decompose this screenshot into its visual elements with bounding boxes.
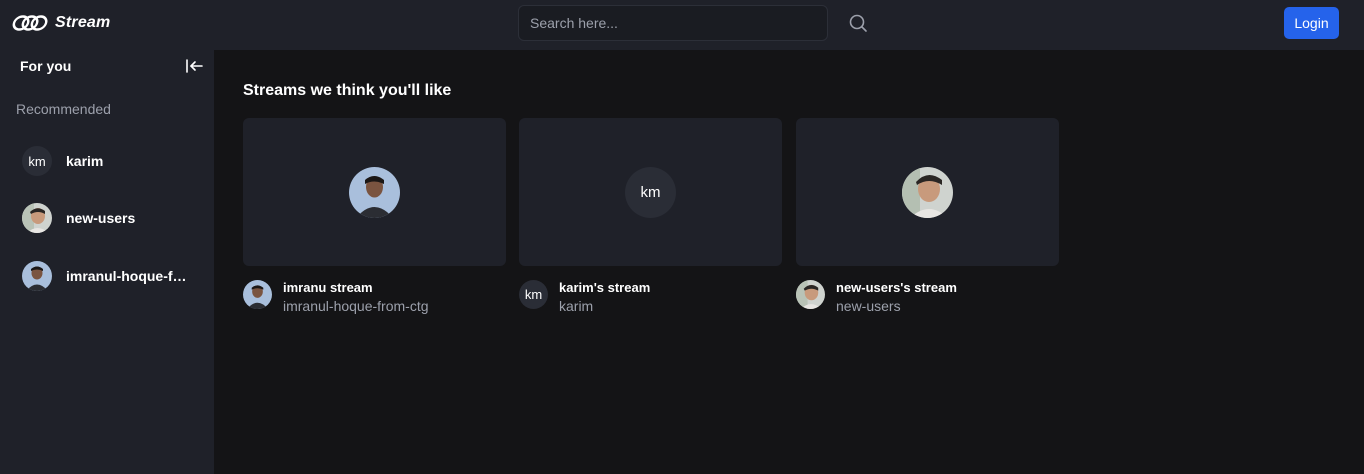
avatar: km [22, 146, 52, 176]
top-navbar: Stream Login [0, 0, 1364, 50]
sidebar-title: For you [20, 58, 72, 74]
stream-title[interactable]: new-users's stream [836, 280, 957, 295]
logo-icon [11, 12, 49, 34]
avatar [22, 203, 52, 233]
section-title: Streams we think you'll like [243, 82, 452, 99]
avatar [796, 280, 825, 309]
collapse-sidebar-icon[interactable] [184, 56, 204, 76]
stream-card[interactable]: new-users's stream new-users [796, 118, 1059, 314]
avatar [349, 166, 400, 218]
recommended-label: Recommended [16, 101, 111, 117]
stream-thumbnail[interactable]: km [519, 118, 782, 266]
sidebar-item-label: imranul-hoque-from-ctg [66, 268, 190, 284]
stream-username: new-users [836, 298, 901, 314]
avatar [243, 280, 272, 309]
login-button[interactable]: Login [1284, 7, 1339, 39]
avatar [902, 166, 953, 218]
stream-card[interactable]: imranu stream imranul-hoque-from-ctg [243, 118, 506, 314]
sidebar-item-imranul-hoque-from-ctg[interactable]: imranul-hoque-from-ctg [22, 261, 202, 291]
stream-thumbnail[interactable] [243, 118, 506, 266]
sidebar-item-new-users[interactable]: new-users [22, 203, 202, 233]
sidebar-item-karim[interactable]: km karim [22, 146, 202, 176]
avatar [22, 261, 52, 291]
search-input[interactable] [518, 5, 828, 41]
brand-name: Stream [55, 14, 111, 31]
stream-title[interactable]: imranu stream [283, 280, 373, 295]
stream-username: karim [559, 298, 594, 314]
avatar: km [519, 280, 548, 309]
sidebar-item-label: new-users [66, 210, 136, 226]
stream-thumbnail[interactable] [796, 118, 1059, 266]
sidebar-item-label: karim [66, 153, 104, 169]
stream-card[interactable]: km km karim's stream karim [519, 118, 782, 314]
avatar: km [625, 166, 676, 218]
brand-logo[interactable]: Stream [11, 12, 110, 34]
sidebar: For you Recommended km karim new-users i… [0, 50, 214, 474]
search-icon[interactable] [846, 11, 870, 35]
stream-username: imranul-hoque-from-ctg [283, 298, 429, 314]
stream-title[interactable]: karim's stream [559, 280, 650, 295]
